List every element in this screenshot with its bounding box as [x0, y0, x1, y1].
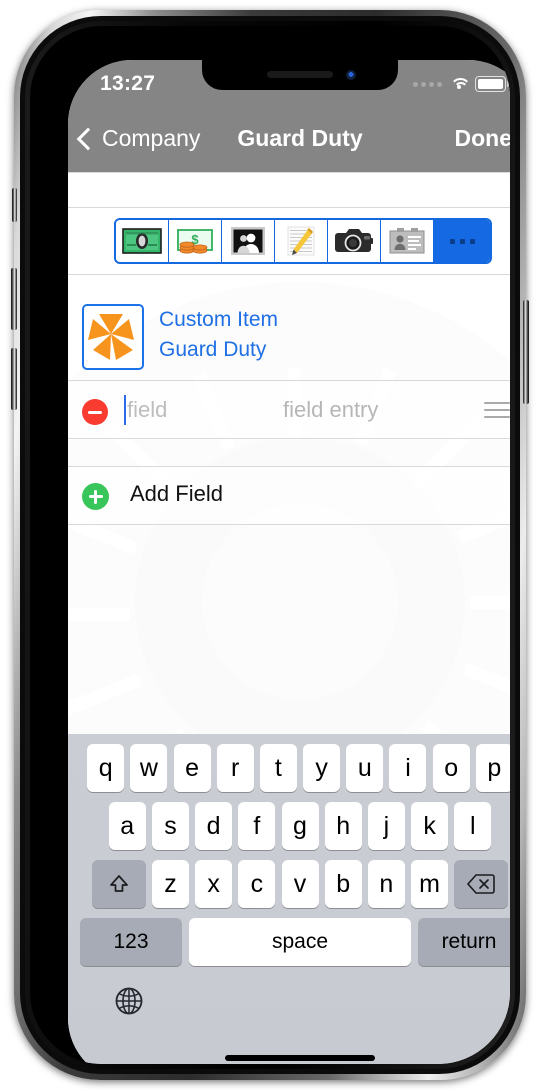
navigation-bar: Company Guard Duty Done	[68, 110, 510, 172]
keyboard-row-1: qwertyuiop	[68, 744, 510, 792]
field-row: field field entry	[68, 382, 510, 440]
key-q[interactable]: q	[87, 744, 125, 792]
volume-down-button[interactable]	[11, 348, 17, 410]
custom-item-row[interactable]: Custom Item Guard Duty	[68, 292, 510, 380]
keyboard-row-4: 123 space return	[68, 918, 510, 966]
custom-item-type-label: Custom Item	[159, 308, 279, 331]
shift-key[interactable]	[91, 860, 146, 908]
key-h[interactable]: h	[324, 802, 362, 850]
more-ellipsis-icon[interactable]	[434, 220, 490, 262]
key-k[interactable]: k	[411, 802, 449, 850]
key-r[interactable]: r	[216, 744, 254, 792]
custom-item-labels: Custom Item Guard Duty	[159, 305, 278, 365]
cellular-dots-icon	[413, 81, 442, 87]
front-camera-icon	[346, 70, 356, 80]
backspace-key[interactable]	[454, 860, 509, 908]
key-i[interactable]: i	[389, 744, 427, 792]
key-l[interactable]: l	[454, 802, 492, 850]
iphone-device: 13:27 Company Guard Duty Done $ Custom I…	[0, 0, 540, 1090]
camera-icon[interactable]	[328, 220, 381, 262]
key-w[interactable]: w	[130, 744, 168, 792]
field-name-input[interactable]: field	[127, 397, 167, 423]
status-indicators	[413, 76, 509, 92]
earpiece-speaker	[267, 71, 333, 78]
icon-toolbar: $	[114, 218, 492, 264]
wifi-icon	[449, 77, 471, 91]
icon-toolbar-row: $	[68, 208, 510, 274]
globe-icon[interactable]	[114, 986, 144, 1016]
plus-circle-icon[interactable]	[82, 483, 109, 510]
key-z[interactable]: z	[151, 860, 189, 908]
space-key[interactable]: space	[189, 918, 411, 966]
return-key[interactable]: return	[418, 918, 510, 966]
page-title: Guard Duty	[237, 125, 363, 151]
home-indicator[interactable]	[225, 1055, 375, 1061]
key-j[interactable]: j	[367, 802, 405, 850]
keyboard-row-2: asdfghjkl	[68, 802, 510, 850]
silent-switch-button[interactable]	[12, 188, 17, 222]
minus-circle-icon[interactable]	[82, 399, 108, 425]
add-field-row[interactable]: Add Field	[68, 467, 510, 525]
key-t[interactable]: t	[259, 744, 297, 792]
power-button[interactable]	[523, 300, 529, 404]
custom-item-name-label: Guard Duty	[159, 338, 267, 361]
key-m[interactable]: m	[411, 860, 449, 908]
done-button[interactable]: Done	[455, 125, 511, 152]
notepad-pencil-icon[interactable]	[275, 220, 328, 262]
field-entry-input[interactable]: field entry	[283, 397, 378, 423]
add-field-label: Add Field	[130, 481, 223, 506]
key-e[interactable]: e	[173, 744, 211, 792]
key-b[interactable]: b	[324, 860, 362, 908]
numbers-key[interactable]: 123	[80, 918, 182, 966]
key-o[interactable]: o	[432, 744, 470, 792]
key-c[interactable]: c	[238, 860, 276, 908]
key-d[interactable]: d	[195, 802, 233, 850]
onscreen-keyboard: qwertyuiop asdfghjkl zxcvbnm 123 space r…	[68, 734, 510, 1064]
key-n[interactable]: n	[367, 860, 405, 908]
banknote-icon[interactable]	[116, 220, 169, 262]
device-bezel: 13:27 Company Guard Duty Done $ Custom I…	[30, 26, 510, 1064]
key-a[interactable]: a	[108, 802, 146, 850]
orange-pinwheel-icon[interactable]	[82, 304, 144, 370]
money-coins-icon[interactable]: $	[169, 220, 222, 262]
key-s[interactable]: s	[151, 802, 189, 850]
key-f[interactable]: f	[238, 802, 276, 850]
reorder-grip-icon[interactable]	[484, 402, 510, 423]
key-g[interactable]: g	[281, 802, 319, 850]
person-photo-icon[interactable]	[222, 220, 275, 262]
volume-up-button[interactable]	[11, 268, 17, 330]
content-area: $ Custom Item Guard Duty field field ent…	[68, 172, 510, 734]
keyboard-row-3: zxcvbnm	[68, 860, 510, 908]
text-cursor	[124, 395, 126, 425]
key-v[interactable]: v	[281, 860, 319, 908]
battery-icon	[475, 76, 509, 92]
key-u[interactable]: u	[346, 744, 384, 792]
device-screen: 13:27 Company Guard Duty Done $ Custom I…	[68, 60, 510, 1064]
key-y[interactable]: y	[303, 744, 341, 792]
key-x[interactable]: x	[195, 860, 233, 908]
id-card-icon[interactable]	[381, 220, 434, 262]
status-time: 13:27	[100, 72, 156, 95]
key-p[interactable]: p	[475, 744, 510, 792]
